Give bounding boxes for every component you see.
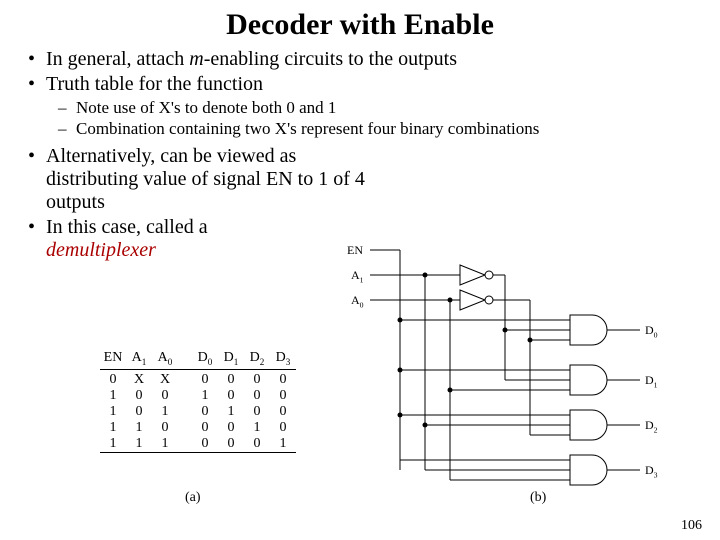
- bullet-1-text-a: In general, attach: [46, 48, 189, 70]
- and-gate-d1: [398, 365, 641, 395]
- table-header: D2: [244, 350, 270, 367]
- bullet-2b-text: Combination containing two X's represent…: [76, 119, 539, 139]
- caption-a: (a): [185, 490, 201, 506]
- table-header: A0: [152, 350, 178, 367]
- table-cell: 1: [126, 436, 152, 452]
- table-cell: 1: [152, 404, 178, 420]
- table-cell: 1: [270, 436, 296, 452]
- table-cell: X: [152, 372, 178, 388]
- table-cell: 0: [244, 404, 270, 420]
- table-cell: 1: [192, 388, 218, 404]
- label-d2: D2: [645, 418, 658, 434]
- bullet-2-text: Truth table for the function: [46, 73, 263, 96]
- and-gate-d0: [398, 315, 641, 345]
- table-cell: 0: [126, 388, 152, 404]
- label-a0: A0: [351, 293, 364, 309]
- bullet-2a-text: Note use of X's to denote both 0 and 1: [76, 98, 336, 118]
- bullet-dot: •: [28, 73, 46, 96]
- table-cell: 0: [270, 372, 296, 388]
- bullet-dot: •: [28, 216, 46, 262]
- table-header: D3: [270, 350, 296, 367]
- label-d3: D3: [645, 463, 658, 479]
- slide-title: Decoder with Enable: [0, 0, 720, 46]
- bullet-1-italic: m: [189, 48, 203, 70]
- table-header: D0: [192, 350, 218, 367]
- table-cell: 0: [270, 420, 296, 436]
- table-cell: 0: [192, 436, 218, 452]
- table-row: 1001000: [100, 388, 296, 404]
- table-cell: 0: [100, 372, 126, 388]
- table-cell: 0: [218, 436, 244, 452]
- table-header: EN: [100, 350, 126, 367]
- bullet-2: • Truth table for the function: [28, 73, 710, 96]
- bullet-4-text: In this case, called a: [46, 216, 208, 238]
- table-cell: 1: [126, 420, 152, 436]
- table-cell: 0: [218, 420, 244, 436]
- label-en: EN: [347, 243, 363, 258]
- bullet-3-text: Alternatively, can be viewed as distribu…: [46, 145, 386, 214]
- bullet-2a: – Note use of X's to denote both 0 and 1: [58, 98, 710, 118]
- caption-b: (b): [530, 490, 546, 506]
- bullet-2b: – Combination containing two X's represe…: [58, 119, 710, 139]
- label-d0: D0: [645, 323, 658, 339]
- table-header: A1: [126, 350, 152, 367]
- table-cell: 1: [218, 404, 244, 420]
- decoder-circuit: EN A1 A0 D0 D1 D2 D3: [345, 235, 715, 490]
- table-cell: 0: [192, 404, 218, 420]
- label-d1: D1: [645, 373, 658, 389]
- table-header: D1: [218, 350, 244, 367]
- bullet-3: • Alternatively, can be viewed as distri…: [28, 145, 710, 214]
- label-a1: A1: [351, 268, 364, 284]
- table-cell: 1: [100, 420, 126, 436]
- table-cell: 0: [218, 388, 244, 404]
- table-cell: 1: [244, 420, 270, 436]
- table-cell: 0: [270, 404, 296, 420]
- bullet-list: • In general, attach m-enabling circuits…: [0, 48, 720, 262]
- table-cell: 0: [218, 372, 244, 388]
- table-cell: 0: [152, 420, 178, 436]
- table-row: 0XX0000: [100, 372, 296, 388]
- page-number: 106: [681, 518, 702, 534]
- table-cell: 0: [244, 436, 270, 452]
- table-cell: 1: [100, 388, 126, 404]
- bullet-dot: •: [28, 48, 46, 71]
- bullet-dot: •: [28, 145, 46, 214]
- demultiplexer-term: demultiplexer: [46, 239, 156, 261]
- table-cell: 0: [126, 404, 152, 420]
- dash: –: [58, 98, 76, 118]
- table-cell: X: [126, 372, 152, 388]
- table-cell: 0: [270, 388, 296, 404]
- table-row: 1010100: [100, 404, 296, 420]
- table-cell: 1: [100, 404, 126, 420]
- table-cell: 0: [192, 420, 218, 436]
- truth-table: ENA1A0D0D1D2D3 0XX0000100100010101001100…: [100, 350, 296, 453]
- and-gate-d2: [398, 410, 641, 440]
- bullet-1: • In general, attach m-enabling circuits…: [28, 48, 710, 71]
- table-row: 1100010: [100, 420, 296, 436]
- bullet-1-text-b: -enabling circuits to the outputs: [204, 48, 457, 70]
- table-cell: 1: [100, 436, 126, 452]
- table-cell: 0: [192, 372, 218, 388]
- table-cell: 1: [152, 436, 178, 452]
- table-cell: 0: [244, 388, 270, 404]
- and-gate-d3: [400, 455, 640, 485]
- table-cell: 0: [244, 372, 270, 388]
- table-cell: 0: [152, 388, 178, 404]
- table-row: 1110001: [100, 436, 296, 452]
- dash: –: [58, 119, 76, 139]
